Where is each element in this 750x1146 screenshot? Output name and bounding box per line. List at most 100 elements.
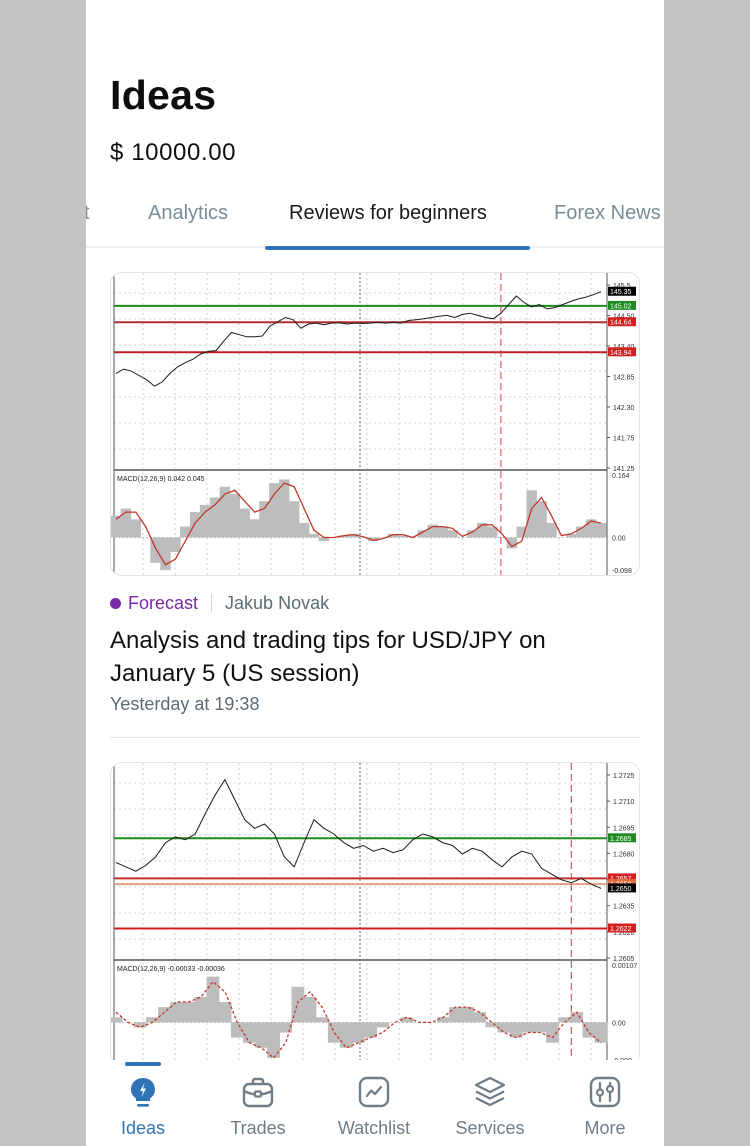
macd-bar — [218, 1002, 232, 1023]
category-tabs: t Analytics Reviews for beginners Forex … — [86, 190, 664, 250]
macd-bar — [485, 1022, 499, 1028]
nav-label: Ideas — [120, 1118, 166, 1138]
macd-bar — [595, 522, 607, 538]
macd-tick-label: -0.098 — [612, 568, 632, 575]
macd-bar — [170, 1002, 183, 1023]
macd-bar — [437, 526, 448, 538]
price-tick-label: 141.75 — [613, 436, 635, 443]
article-author[interactable]: Jakub Novak — [225, 593, 329, 614]
sliders-icon — [589, 1076, 621, 1108]
macd-bar — [243, 1022, 256, 1043]
macd-bar — [449, 1007, 462, 1023]
page-title: Ideas — [110, 72, 217, 118]
nav-services[interactable]: Services — [440, 1074, 540, 1139]
nav-label: Trades — [230, 1118, 286, 1138]
price-tick-label: 1.2605 — [613, 956, 635, 963]
macd-bar — [536, 501, 547, 538]
price-tick-label: 1.2725 — [613, 773, 635, 780]
macd-bar — [239, 508, 250, 538]
macd-bar — [180, 526, 191, 538]
macd-tick-label: 0.00107 — [612, 963, 637, 970]
bottom-navigation: Ideas Trades Watchlist Services More — [86, 1060, 664, 1146]
briefcase-icon — [242, 1077, 274, 1108]
nav-trades[interactable]: Trades — [208, 1074, 308, 1139]
price-tick-label: 141.25 — [613, 466, 635, 473]
nav-ideas[interactable]: Ideas — [93, 1074, 193, 1139]
macd-bar — [288, 501, 300, 538]
macd-bar — [229, 493, 241, 538]
active-tab-indicator — [265, 246, 530, 250]
article-card[interactable]: 145.5144.50143.40142.85142.30141.75141.2… — [110, 272, 640, 738]
macd-bar — [497, 1022, 511, 1033]
chart-line-icon — [358, 1076, 390, 1108]
macd-bar — [376, 1022, 390, 1028]
macd-bar — [111, 1017, 123, 1023]
macd-bar — [279, 479, 290, 538]
macd-bar — [259, 501, 270, 538]
article-chart-image[interactable]: 1.27251.27101.26951.26801.26651.26351.26… — [110, 762, 640, 1066]
macd-bar — [340, 1022, 353, 1048]
macd-bar — [303, 996, 317, 1023]
article-category[interactable]: Forecast — [128, 593, 198, 614]
price-label-text: 1.2650 — [610, 886, 632, 893]
nav-watchlist[interactable]: Watchlist — [324, 1074, 424, 1139]
price-label-text: 145.02 — [610, 303, 632, 310]
macd-bar — [158, 1007, 171, 1023]
macd-bar — [269, 483, 280, 538]
app-screen: Ideas $ 10000.00 t Analytics Reviews for… — [86, 0, 664, 1146]
price-label-text: 143.94 — [610, 350, 632, 357]
layers-icon — [474, 1076, 506, 1107]
article-time: Yesterday at 19:38 — [110, 694, 260, 714]
article-chart-image[interactable]: 145.5144.50143.40142.85142.30141.75141.2… — [110, 272, 640, 576]
macd-bar — [249, 519, 260, 538]
macd-bar — [182, 1002, 196, 1023]
article-card[interactable]: 1.27251.27101.26951.26801.26651.26351.26… — [110, 762, 640, 1066]
macd-bar — [206, 976, 220, 1023]
macd-bar — [194, 996, 208, 1023]
nav-more[interactable]: More — [555, 1074, 655, 1139]
macd-bar — [170, 537, 181, 552]
macd-bar — [352, 1022, 365, 1043]
tab-partial[interactable]: t — [86, 202, 90, 225]
macd-bar — [534, 1022, 547, 1033]
article-divider — [110, 737, 640, 738]
macd-bar — [133, 1022, 147, 1028]
lightbulb-icon — [131, 1078, 155, 1107]
price-tick-label: 142.85 — [613, 375, 635, 382]
price-chart: 145.5144.50143.40142.85142.30141.75141.2… — [111, 273, 636, 575]
ideas-feed: 145.5144.50143.40142.85142.30141.75141.2… — [110, 272, 640, 1066]
category-dot-icon — [110, 597, 121, 609]
nav-label: Watchlist — [337, 1118, 411, 1138]
price-label-text: 1.2622 — [610, 926, 632, 933]
macd-bar — [315, 1017, 329, 1023]
account-balance: $ 10000.00 — [110, 139, 237, 166]
tab-reviews-for-beginners[interactable]: Reviews for beginners — [289, 202, 487, 225]
macd-bar — [546, 522, 557, 538]
macd-bar — [461, 1007, 474, 1023]
nav-label: More — [584, 1118, 626, 1138]
macd-label: MACD(12,26,9) 0.042 0.045 — [117, 476, 205, 483]
price-label-text: 1.2685 — [610, 836, 632, 843]
article-meta: Forecast Jakub Novak — [110, 590, 640, 616]
price-label-text: 145.35 — [610, 289, 632, 296]
price-chart: 1.27251.27101.26951.26801.26651.26351.26… — [111, 763, 637, 1065]
macd-label: MACD(12,26,9) -0.00033 -0.00036 — [117, 966, 225, 973]
nav-active-indicator — [125, 1062, 161, 1066]
macd-bar — [526, 490, 537, 538]
price-line — [115, 778, 602, 889]
macd-bar — [521, 1022, 535, 1033]
tab-forex-news[interactable]: Forex News — [554, 202, 661, 225]
macd-tick-label: 0.164 — [612, 473, 630, 480]
macd-bar — [298, 522, 310, 538]
price-tick-label: 1.2680 — [613, 851, 635, 858]
macd-bar — [255, 1022, 268, 1048]
tab-analytics[interactable]: Analytics — [148, 202, 228, 225]
macd-bar — [308, 533, 320, 538]
macd-bar — [209, 497, 221, 538]
nav-label: Services — [455, 1118, 525, 1138]
meta-separator — [211, 594, 213, 612]
price-tick-label: 142.30 — [613, 405, 635, 412]
price-tick-label: 1.2635 — [613, 904, 635, 911]
macd-tick-label: 0.00 — [612, 1020, 626, 1027]
article-title[interactable]: Analysis and trading tips for USD/JPY on… — [110, 624, 630, 690]
